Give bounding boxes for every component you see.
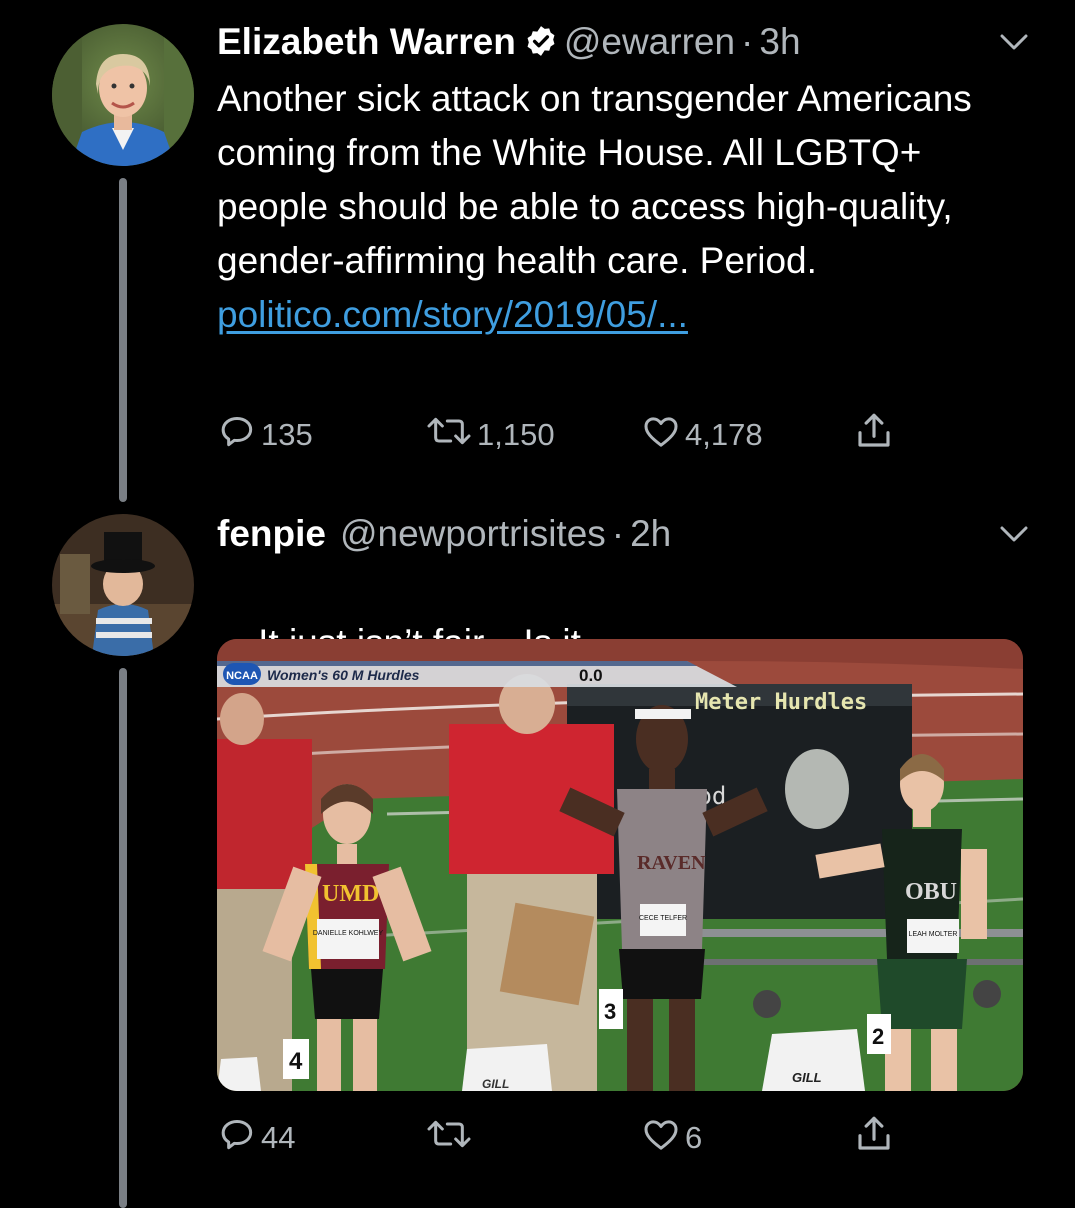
block-brand-2: GILL — [792, 1070, 822, 1085]
chevron-down-icon[interactable] — [999, 32, 1029, 52]
chevron-down-icon[interactable] — [999, 524, 1029, 544]
event-title: Women's 60 M Hurdles — [267, 667, 420, 683]
scoreboard-text: Meter Hurdles — [695, 690, 867, 715]
share-icon — [853, 410, 899, 460]
tweet-actions: 135 1,150 4,178 — [217, 410, 917, 460]
bib-2-name: LEAH MOLTER — [909, 931, 958, 938]
retweet-icon — [425, 411, 477, 459]
share-icon — [853, 1113, 899, 1163]
like-icon — [641, 411, 685, 459]
like-button[interactable]: 4,178 — [641, 410, 763, 460]
author-name[interactable]: Elizabeth Warren — [217, 21, 516, 62]
retweet-button[interactable]: 1,150 — [425, 410, 555, 460]
track-scene-image: Meter Hurdles ood UMD DAN — [217, 639, 1023, 1091]
avatar-fenpie[interactable] — [52, 514, 194, 656]
thread-line — [119, 178, 127, 502]
reply-button[interactable]: 44 — [217, 1113, 295, 1163]
reply-icon — [217, 411, 261, 459]
timestamp[interactable]: 2h — [630, 513, 671, 554]
author-handle[interactable]: @newportrisites — [340, 513, 606, 554]
jersey-umd: UMD — [322, 881, 379, 907]
reply-count: 135 — [261, 417, 313, 452]
tweet-link[interactable]: politico.com/story/2019/05/... — [217, 294, 688, 335]
avatar-elizabeth-warren[interactable] — [52, 24, 194, 166]
separator: · — [741, 21, 754, 62]
tweet-header: Elizabeth Warren @ewarren · 3h — [217, 20, 801, 68]
tweet-media-image[interactable]: Meter Hurdles ood UMD DAN — [217, 639, 1023, 1091]
share-button[interactable] — [853, 1113, 899, 1163]
reply-button[interactable]: 135 — [217, 410, 313, 460]
tweet-text-content: Another sick attack on transgender Ameri… — [217, 78, 972, 281]
bib-3-name: CECE TELFER — [639, 915, 687, 922]
share-button[interactable] — [853, 410, 899, 460]
author-name[interactable]: fenpie — [217, 513, 326, 554]
bib-4-name: DANIELLE KOHLWEY — [313, 930, 384, 937]
block-brand: GILL — [482, 1077, 509, 1091]
author-handle[interactable]: @ewarren — [564, 21, 735, 62]
tweet-fenpie[interactable]: fenpie@newportrisites·2h It just isn’t f… — [0, 500, 1075, 1208]
retweet-icon — [425, 1114, 477, 1162]
tweet-text: Another sick attack on transgender Ameri… — [217, 72, 1037, 342]
ncaa-logo: NCAA — [226, 670, 258, 682]
separator: · — [611, 513, 625, 554]
like-count: 6 — [685, 1120, 703, 1155]
jersey-obu: OBU — [905, 879, 957, 905]
like-button[interactable]: 6 — [641, 1113, 702, 1163]
verified-badge-icon — [524, 24, 558, 68]
jersey-raven: RAVEN — [637, 852, 706, 874]
retweet-count: 1,150 — [477, 417, 555, 452]
race-clock: 0.0 — [579, 666, 603, 685]
retweet-button[interactable] — [425, 1113, 477, 1163]
like-count: 4,178 — [685, 417, 763, 452]
tweet-elizabeth-warren[interactable]: Elizabeth Warren @ewarren · 3h Another sick… — [0, 0, 1075, 502]
tweet-header: fenpie @newportrisites · 2h — [217, 512, 671, 556]
lane-3: 3 — [604, 999, 616, 1024]
lane-2: 2 — [872, 1024, 884, 1049]
timestamp[interactable]: 3h — [759, 21, 800, 62]
reply-count: 44 — [261, 1120, 296, 1155]
tweet-actions: 44 6 — [217, 1113, 917, 1163]
reply-icon — [217, 1114, 261, 1162]
thread-line — [119, 668, 127, 1208]
lane-4: 4 — [289, 1048, 303, 1075]
like-icon — [641, 1114, 685, 1162]
